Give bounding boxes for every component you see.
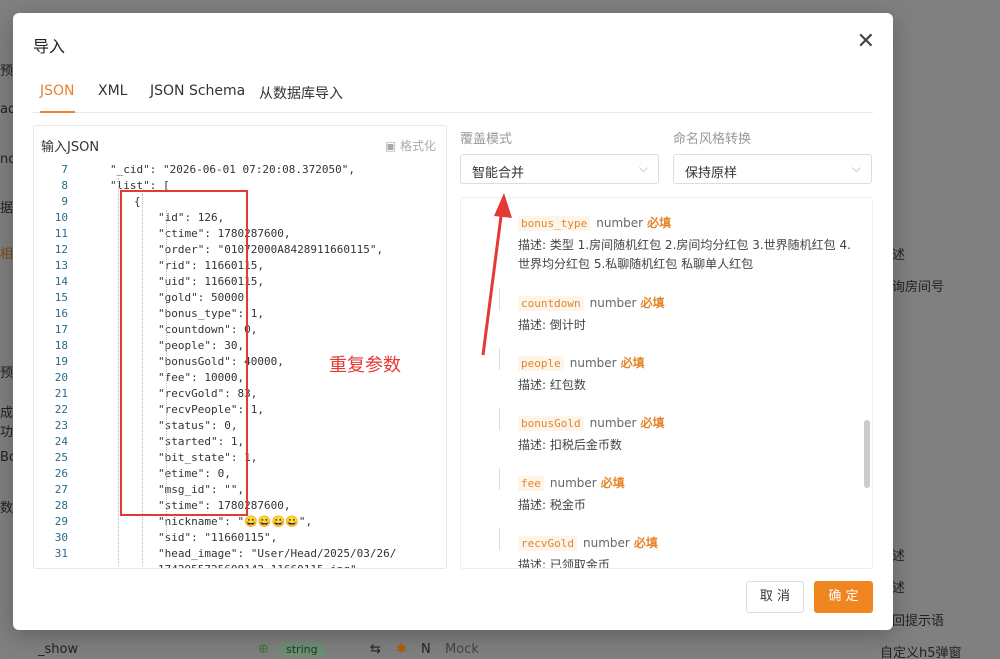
bg-field-name: _show [38,642,79,657]
add-circle-icon: ⊕ [258,642,269,657]
bg-fragment: 预 [0,366,14,381]
mock-label: Mock [445,642,479,657]
confirm-button[interactable]: 确 定 [814,581,873,613]
background-left-column: 预 ade no 据 相 预 成功 Bo 数 [0,0,24,659]
background-bottom-row: _show ⊕ string ⇆ ✱ N Mock [0,636,1000,659]
bg-fragment: 预 [0,64,14,79]
bg-fragment: 述 [892,248,906,263]
star-icon: ✱ [396,642,407,657]
bg-fragment: 数 [0,501,14,516]
bg-fragment: 据 [0,201,14,216]
null-icon: N [421,642,431,657]
bg-fragment: 述 [892,549,906,564]
import-modal: 导入 ✕ JSON XML JSON Schema 从数据库导入 输入JSON … [13,13,893,630]
bg-fragment: 回提示语 [892,614,945,629]
bg-fragment: 成功 [0,406,14,440]
bg-fragment: 相 [0,247,14,262]
cancel-button[interactable]: 取 消 [746,581,804,613]
bg-fragment: 述 [892,581,906,596]
link-icon: ⇆ [370,642,381,657]
annotation-arrow [481,193,512,356]
bg-fragment: 询房间号 [892,280,945,295]
type-pill: string [278,642,326,657]
